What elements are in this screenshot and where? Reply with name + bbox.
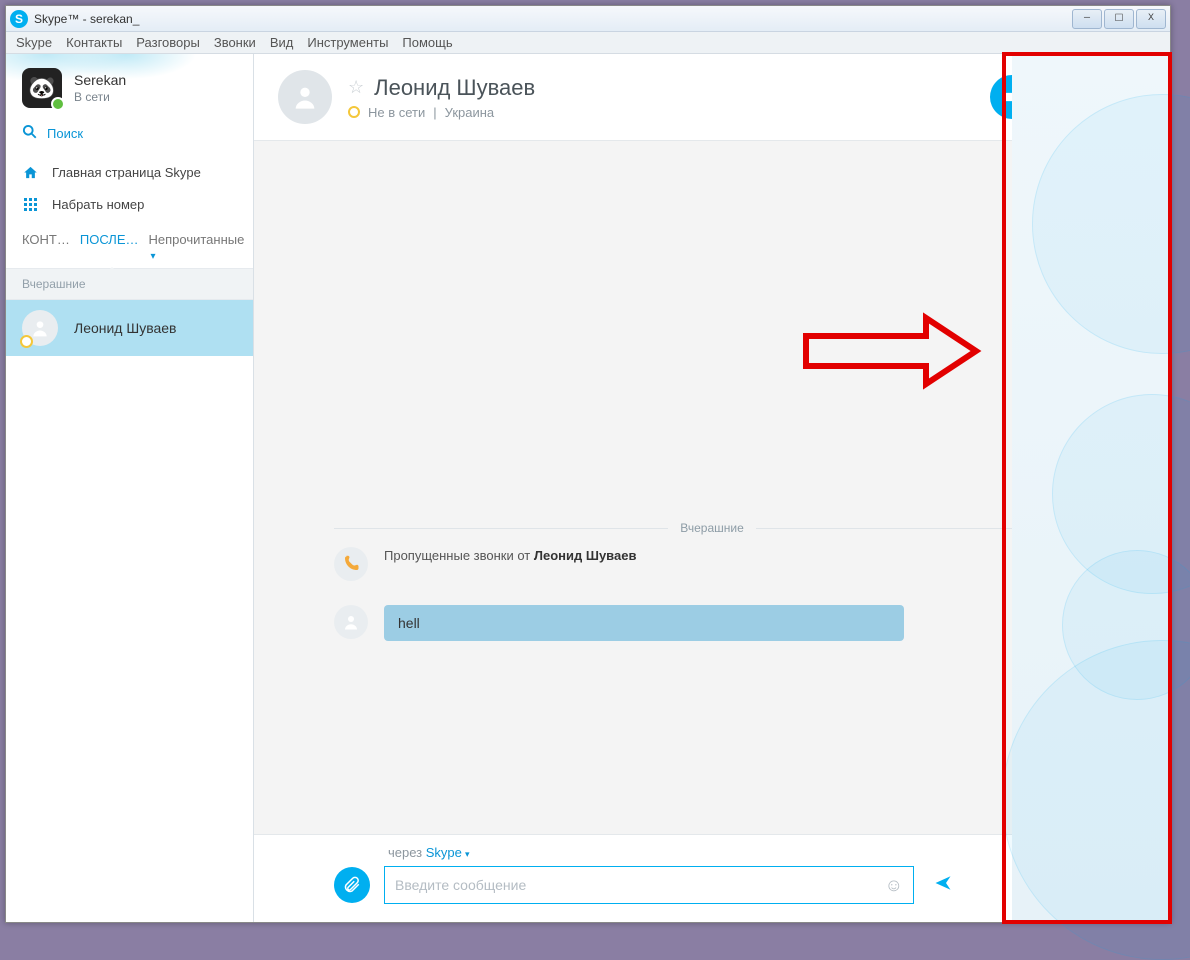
home-icon <box>22 164 38 180</box>
tab-unread[interactable]: Непрочитанные ▾ <box>149 232 245 262</box>
chevron-down-icon: ▾ <box>465 849 470 859</box>
message-input-wrap: ☺ <box>384 866 914 904</box>
nav-home-label: Главная страница Skype <box>52 165 201 180</box>
maximize-button[interactable]: ☐ <box>1104 9 1134 29</box>
message-avatar <box>334 605 368 639</box>
titlebar: S Skype™ - serekan_ — ☐ X <box>6 6 1170 32</box>
emoji-button[interactable]: ☺ <box>885 875 903 896</box>
message-input[interactable] <box>395 877 885 893</box>
self-avatar[interactable]: 🐼 <box>22 68 62 108</box>
contact-avatar <box>22 310 58 346</box>
section-yesterday: Вчерашние <box>6 268 253 300</box>
chat-title-block: ☆ Леонид Шуваев Не в сети | Украина <box>348 75 535 120</box>
dialpad-icon <box>22 196 38 212</box>
chat-location: Украина <box>445 105 495 120</box>
menu-help[interactable]: Помощь <box>402 35 452 50</box>
attach-button[interactable] <box>334 867 370 903</box>
nav-home[interactable]: Главная страница Skype <box>6 156 253 188</box>
self-status[interactable]: В сети <box>74 90 126 104</box>
send-button[interactable] <box>934 874 952 897</box>
favorite-star-icon[interactable]: ☆ <box>348 77 364 98</box>
menu-conversations[interactable]: Разговоры <box>136 35 200 50</box>
skype-window: S Skype™ - serekan_ — ☐ X Skype Контакты… <box>5 5 1171 923</box>
self-name: Serekan <box>74 72 126 88</box>
chat-status: Не в сети <box>368 105 425 120</box>
chevron-down-icon: ▾ <box>151 251 156 262</box>
menu-skype[interactable]: Skype <box>16 35 52 50</box>
menu-view[interactable]: Вид <box>270 35 294 50</box>
window-controls: — ☐ X <box>1070 9 1166 29</box>
tab-indicator <box>106 267 118 273</box>
missed-call-icon <box>334 547 368 581</box>
chat-avatar[interactable] <box>278 70 332 124</box>
divider-label: Вчерашние <box>680 521 744 535</box>
status-away-icon <box>348 106 360 118</box>
contact-name: Леонид Шуваев <box>74 320 177 336</box>
skype-logo-icon: S <box>10 10 28 28</box>
search-row[interactable]: Поиск <box>6 118 253 156</box>
status-online-icon <box>51 97 65 111</box>
tab-contacts[interactable]: КОНТ… <box>22 232 70 262</box>
profile-area[interactable]: 🐼 Serekan В сети <box>6 54 253 118</box>
sidebar-tabs: КОНТ… ПОСЛЕ… Непрочитанные ▾ <box>6 220 253 268</box>
nav-dial[interactable]: Набрать номер <box>6 188 253 220</box>
window-title: Skype™ - serekan_ <box>34 12 139 26</box>
close-button[interactable]: X <box>1136 9 1166 29</box>
nav-dial-label: Набрать номер <box>52 197 144 212</box>
search-label: Поиск <box>47 126 83 141</box>
minimize-button[interactable]: — <box>1072 9 1102 29</box>
message-bubble[interactable]: hell <box>384 605 904 641</box>
status-away-icon <box>20 335 33 348</box>
menu-calls[interactable]: Звонки <box>214 35 256 50</box>
tab-recent[interactable]: ПОСЛЕ… <box>80 232 139 262</box>
contact-item[interactable]: Леонид Шуваев <box>6 300 253 356</box>
search-icon <box>22 124 37 142</box>
missed-call-text: Пропущенные звонки от Леонид Шуваев <box>384 547 636 563</box>
menu-contacts[interactable]: Контакты <box>66 35 122 50</box>
menu-tools[interactable]: Инструменты <box>307 35 388 50</box>
ad-panel <box>1012 54 1172 920</box>
via-skype-link[interactable]: Skype <box>426 845 462 860</box>
via-line[interactable]: через Skype ▾ <box>388 845 1090 860</box>
sidebar: 🐼 Serekan В сети Поиск Главная страница … <box>6 54 254 922</box>
menu-bar: Skype Контакты Разговоры Звонки Вид Инст… <box>6 32 1170 54</box>
chat-title: Леонид Шуваев <box>374 75 535 101</box>
